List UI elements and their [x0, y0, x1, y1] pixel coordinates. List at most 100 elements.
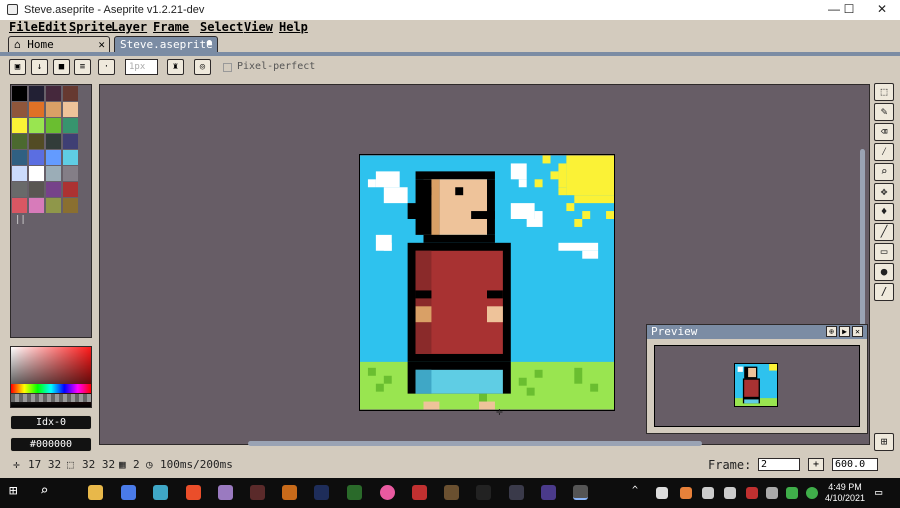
app-icon-7[interactable]: [282, 485, 297, 500]
zoom-tool-icon[interactable]: ⌕: [874, 163, 894, 181]
taskbar-clock[interactable]: 4:49 PM 4/10/2021: [822, 482, 868, 504]
dot-brush-icon[interactable]: ·: [98, 59, 115, 75]
ink-icon[interactable]: ♜: [167, 59, 184, 75]
fill-tool-icon[interactable]: ♦: [874, 203, 894, 221]
app-icon-13[interactable]: [476, 485, 491, 500]
eyedropper-tool-icon[interactable]: ⁄: [874, 143, 894, 161]
app-icon-6[interactable]: [250, 485, 265, 500]
volume-icon[interactable]: [724, 487, 736, 499]
arrow-down-icon[interactable]: ↓: [31, 59, 48, 75]
palette-swatch[interactable]: [46, 182, 61, 197]
app-icon-12[interactable]: [444, 485, 459, 500]
brush-size-input[interactable]: 1px: [125, 59, 158, 75]
line-brush-icon[interactable]: ≡: [74, 59, 91, 75]
contour-tool-icon[interactable]: ●: [874, 263, 894, 281]
network-icon[interactable]: [702, 487, 714, 499]
palette-swatch[interactable]: [29, 86, 44, 101]
palette-swatch[interactable]: [29, 134, 44, 149]
palette-swatch[interactable]: [12, 134, 27, 149]
palette-swatch[interactable]: [12, 198, 27, 213]
windows-start-icon[interactable]: ⊞: [9, 483, 17, 499]
marquee-tool-icon[interactable]: ⬚: [874, 83, 894, 101]
eraser-tool-icon[interactable]: ⌫: [874, 123, 894, 141]
vertical-scrollbar[interactable]: [860, 149, 865, 340]
palette-swatch[interactable]: [12, 118, 27, 133]
palette-swatch[interactable]: [46, 118, 61, 133]
photoshop-icon[interactable]: [314, 485, 329, 500]
maximize-button[interactable]: ☐: [834, 0, 864, 20]
tray-icon-5[interactable]: [746, 487, 758, 499]
notifications-icon[interactable]: ▭: [875, 485, 882, 499]
palette-swatch[interactable]: [12, 102, 27, 117]
modified-dot-icon[interactable]: ●: [207, 38, 212, 48]
palette-swatch[interactable]: [29, 118, 44, 133]
menu-view[interactable]: View: [244, 20, 273, 34]
color-index-field[interactable]: Idx-0: [10, 415, 92, 430]
palette-swatch[interactable]: [63, 166, 78, 181]
sprite-canvas[interactable]: [359, 154, 615, 411]
palette-swatch[interactable]: [63, 150, 78, 165]
tray-icon-6[interactable]: [766, 487, 778, 499]
palette-swatch[interactable]: [63, 198, 78, 213]
rectangle-tool-icon[interactable]: ▭: [874, 243, 894, 261]
palette-swatch[interactable]: [46, 102, 61, 117]
palette-swatch[interactable]: [12, 182, 27, 197]
preview-play-icon[interactable]: ▶: [839, 326, 850, 337]
palette-swatch[interactable]: [12, 150, 27, 165]
search-icon[interactable]: ⌕: [40, 483, 48, 499]
palette-swatch[interactable]: [46, 166, 61, 181]
hue-slider[interactable]: [11, 384, 91, 393]
app-icon-2[interactable]: [121, 485, 136, 500]
tab-steve-aseprite[interactable]: Steve.aseprite ●: [114, 36, 218, 53]
blur-tool-icon[interactable]: ∕: [874, 283, 894, 301]
preview-center-icon[interactable]: ⊕: [826, 326, 837, 337]
tab-home[interactable]: ⌂ Home ✕: [8, 36, 110, 53]
move-tool-icon[interactable]: ✥: [874, 183, 894, 201]
palette-swatch[interactable]: [63, 182, 78, 197]
close-icon[interactable]: ✕: [98, 38, 105, 51]
among-us-icon[interactable]: [412, 485, 427, 500]
pixel-perfect-checkbox[interactable]: [223, 63, 232, 72]
app-icon-5[interactable]: [218, 485, 233, 500]
palette-swatch[interactable]: [63, 118, 78, 133]
symmetry-icon[interactable]: ◎: [194, 59, 211, 75]
palette-swatch[interactable]: [29, 182, 44, 197]
palette-swatch[interactable]: [46, 150, 61, 165]
palette-swatch[interactable]: [29, 150, 44, 165]
palette-swatch[interactable]: [63, 86, 78, 101]
menu-select[interactable]: Select: [200, 20, 243, 34]
timeline-toggle-icon[interactable]: ⊞: [874, 433, 894, 451]
palette-swatch[interactable]: [12, 86, 27, 101]
horizontal-scrollbar[interactable]: [248, 441, 702, 446]
tray-icon-8[interactable]: [806, 487, 818, 499]
color-hex-field[interactable]: #000000: [10, 437, 92, 452]
tray-icon-2[interactable]: [680, 487, 692, 499]
palette-swatch[interactable]: [29, 102, 44, 117]
tray-overflow-icon[interactable]: ^: [632, 485, 638, 496]
palette-swatch[interactable]: [46, 86, 61, 101]
palette-swatch[interactable]: [63, 134, 78, 149]
menu-frame[interactable]: Frame: [153, 20, 189, 34]
alpha-slider[interactable]: [11, 394, 91, 402]
app-icon-9[interactable]: [347, 485, 362, 500]
menu-edit[interactable]: Edit: [38, 20, 67, 34]
tray-icon-1[interactable]: [656, 487, 668, 499]
palette-swatch[interactable]: [29, 198, 44, 213]
line-tool-icon[interactable]: ╱: [874, 223, 894, 241]
close-window-button[interactable]: ✕: [866, 0, 898, 20]
menu-layer[interactable]: Layer: [111, 20, 147, 34]
app-icon-15[interactable]: [541, 485, 556, 500]
menu-help[interactable]: Help: [279, 20, 308, 34]
brave-browser-icon[interactable]: [186, 485, 201, 500]
frame-input[interactable]: 2: [758, 458, 800, 471]
app-icon-14[interactable]: [509, 485, 524, 500]
tray-icon-7[interactable]: [786, 487, 798, 499]
palette-swatch[interactable]: [12, 166, 27, 181]
preview-close-icon[interactable]: ✕: [852, 326, 863, 337]
zoom-input[interactable]: 600.0: [832, 458, 878, 471]
pencil-tool-icon[interactable]: ✎: [874, 103, 894, 121]
new-frame-button[interactable]: +: [808, 458, 824, 471]
menu-file[interactable]: File: [9, 20, 38, 34]
square-brush-icon[interactable]: ■: [53, 59, 70, 75]
file-explorer-icon[interactable]: [88, 485, 103, 500]
